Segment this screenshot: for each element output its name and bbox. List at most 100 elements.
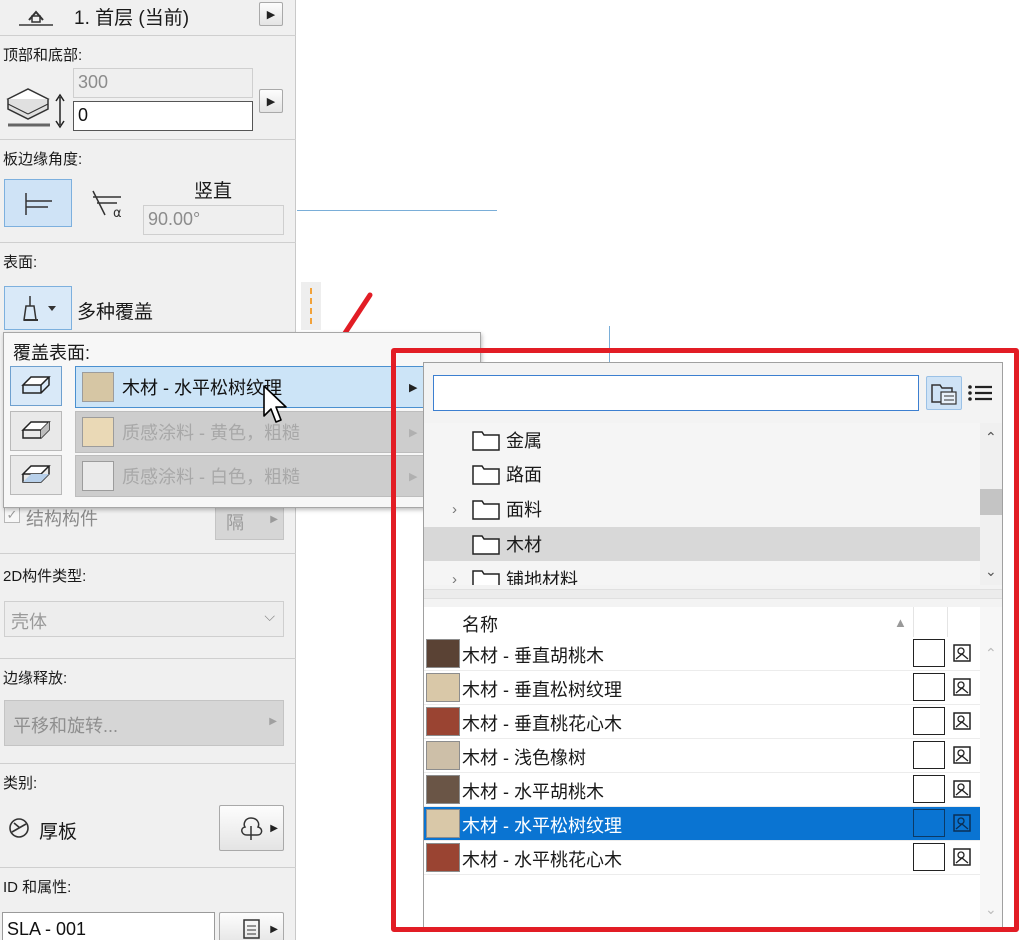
material-row[interactable]: 木材 - 垂直桃花心木 — [424, 705, 980, 739]
surface-row-side[interactable]: 质感涂料 - 黄色，粗糙 ▶ — [75, 411, 428, 453]
tree-folder-label: 面料 — [506, 500, 542, 520]
material-swatch — [426, 843, 460, 872]
material-preview-icon[interactable] — [952, 812, 974, 839]
material-name: 木材 - 浅色橡树 — [462, 748, 586, 768]
tree-folder-label: 金属 — [506, 431, 542, 451]
material-preview-box[interactable] — [913, 843, 945, 871]
material-preview-box[interactable] — [913, 775, 945, 803]
surface-popup-title: 覆盖表面: — [13, 343, 91, 363]
slab-height-field[interactable]: 300 — [73, 68, 253, 98]
edge-angle-label: 板边缘角度: — [3, 151, 83, 168]
type-2d-label: 2D构件类型: — [3, 568, 87, 585]
side-surface-icon[interactable] — [10, 411, 62, 451]
material-name: 木材 - 垂直松树纹理 — [462, 680, 622, 700]
material-browser: 金属 路面 › 面料 木材 › 铺地材料 ⌃ ⌄ 名称 ▲ 木材 - 垂直胡桃木… — [423, 362, 1003, 928]
category-value: 厚板 — [39, 822, 78, 843]
material-name: 木材 - 水平松树纹理 — [462, 816, 622, 836]
top-surface-icon[interactable] — [10, 366, 62, 406]
id-props-menu-button[interactable]: ▶ — [219, 912, 284, 940]
folder-tree: 金属 路面 › 面料 木材 › 铺地材料 — [424, 423, 980, 585]
column-header-name[interactable]: 名称 — [462, 611, 498, 637]
material-preview-box[interactable] — [913, 673, 945, 701]
slab-thickness-icon — [4, 78, 68, 132]
material-list: 名称 ▲ 木材 - 垂直胡桃木 木材 - 垂直松树纹理 木材 - 垂直桃花心木 木材 … — [424, 607, 980, 927]
folder-icon — [472, 431, 500, 451]
svg-text:α: α — [113, 206, 122, 221]
material-swatch — [426, 775, 460, 804]
chevron-down-icon: ⌵ — [264, 608, 275, 624]
surface-value: 多种覆盖 — [77, 302, 154, 323]
list-view-icon[interactable] — [962, 376, 998, 410]
paint-brush-icon[interactable] — [4, 286, 72, 330]
type-2d-select[interactable]: 壳体 ⌵ — [4, 601, 284, 637]
material-preview-box[interactable] — [913, 639, 945, 667]
list-scrollbar[interactable]: ⌃ ⌄ — [980, 607, 1002, 927]
folder-icon — [472, 465, 500, 485]
id-props-label: ID 和属性: — [3, 879, 72, 896]
scroll-down-icon[interactable]: ⌄ — [985, 901, 997, 918]
top-bottom-menu-button[interactable]: ▶ — [259, 89, 283, 113]
material-preview-icon[interactable] — [952, 642, 974, 669]
edge-angle-field[interactable]: 90.00° — [143, 205, 284, 235]
material-name: 木材 - 水平桃花心木 — [462, 850, 622, 870]
edge-custom-angle-icon[interactable]: α — [84, 179, 134, 227]
material-search-input[interactable] — [433, 375, 919, 411]
material-row-selected[interactable]: 木材 - 水平松树纹理 — [424, 807, 980, 841]
material-swatch — [426, 741, 460, 770]
bottom-surface-icon[interactable] — [10, 455, 62, 495]
tree-folder[interactable]: 路面 — [424, 457, 980, 491]
edge-release-button[interactable]: 平移和旋转... ▶ — [4, 700, 284, 746]
surface-label: 表面: — [3, 254, 38, 271]
tree-folder[interactable]: › 面料 — [424, 492, 980, 526]
tree-scrollbar[interactable]: ⌃ ⌄ — [980, 423, 1002, 585]
story-label: 1. 首层 (当前) — [74, 8, 190, 29]
surface-override-popup: 覆盖表面: 木材 - 水平松树纹理 ▶ 质感涂料 - 黄色，粗糙 ▶ 质感涂料 … — [3, 332, 481, 508]
material-row[interactable]: 木材 - 水平桃花心木 — [424, 841, 980, 875]
tree-scroll-thumb[interactable] — [980, 489, 1002, 515]
surface-row-label: 质感涂料 - 白色，粗糙 — [122, 467, 300, 487]
material-row[interactable]: 木材 - 水平胡桃木 — [424, 773, 980, 807]
category-menu-button[interactable]: ▶ — [219, 805, 284, 851]
edge-release-label: 边缘释放: — [3, 670, 68, 687]
tree-folder-selected[interactable]: 木材 — [424, 527, 980, 561]
tree-expand-icon[interactable]: › — [452, 571, 457, 586]
id-field[interactable]: SLA - 001 — [2, 912, 215, 940]
material-preview-icon[interactable] — [952, 710, 974, 737]
surface-row-bottom[interactable]: 质感涂料 - 白色，粗糙 ▶ — [75, 455, 428, 497]
material-preview-icon[interactable] — [952, 846, 974, 873]
splitter[interactable] — [424, 589, 1002, 599]
surface-row-top[interactable]: 木材 - 水平松树纹理 ▶ — [75, 366, 428, 408]
tree-folder-label: 木材 — [506, 535, 542, 555]
top-bottom-label: 顶部和底部: — [3, 47, 83, 64]
slab-offset-field[interactable]: 0 — [73, 101, 253, 131]
material-preview-icon[interactable] — [952, 744, 974, 771]
tree-folder-label: 路面 — [506, 465, 542, 485]
slab-category-icon — [5, 814, 33, 842]
folder-view-icon[interactable] — [926, 376, 962, 410]
material-row[interactable]: 木材 - 垂直松树纹理 — [424, 671, 980, 705]
structural-checkbox[interactable]: ✓ — [4, 507, 20, 523]
material-swatch — [426, 707, 460, 736]
material-preview-icon[interactable] — [952, 778, 974, 805]
scroll-up-icon[interactable]: ⌃ — [985, 645, 997, 662]
scroll-up-icon[interactable]: ⌃ — [985, 429, 997, 446]
material-name: 木材 - 垂直桃花心木 — [462, 714, 622, 734]
surface-swatch — [82, 461, 114, 491]
list-header: 名称 ▲ — [424, 607, 980, 637]
surface-swatch — [82, 417, 114, 447]
category-label: 类别: — [3, 775, 38, 792]
scroll-down-icon[interactable]: ⌄ — [985, 563, 997, 580]
material-preview-box[interactable] — [913, 809, 945, 837]
folder-icon — [472, 570, 500, 585]
material-preview-icon[interactable] — [952, 676, 974, 703]
material-row[interactable]: 木材 - 垂直胡桃木 — [424, 637, 980, 671]
edge-vertical-icon[interactable] — [4, 179, 72, 227]
material-preview-box[interactable] — [913, 741, 945, 769]
material-swatch — [426, 639, 460, 668]
tree-folder[interactable]: 金属 — [424, 423, 980, 457]
tree-folder[interactable]: › 铺地材料 — [424, 562, 980, 585]
tree-expand-icon[interactable]: › — [452, 501, 457, 518]
story-menu-button[interactable]: ▶ — [259, 2, 283, 26]
material-row[interactable]: 木材 - 浅色橡树 — [424, 739, 980, 773]
material-preview-box[interactable] — [913, 707, 945, 735]
